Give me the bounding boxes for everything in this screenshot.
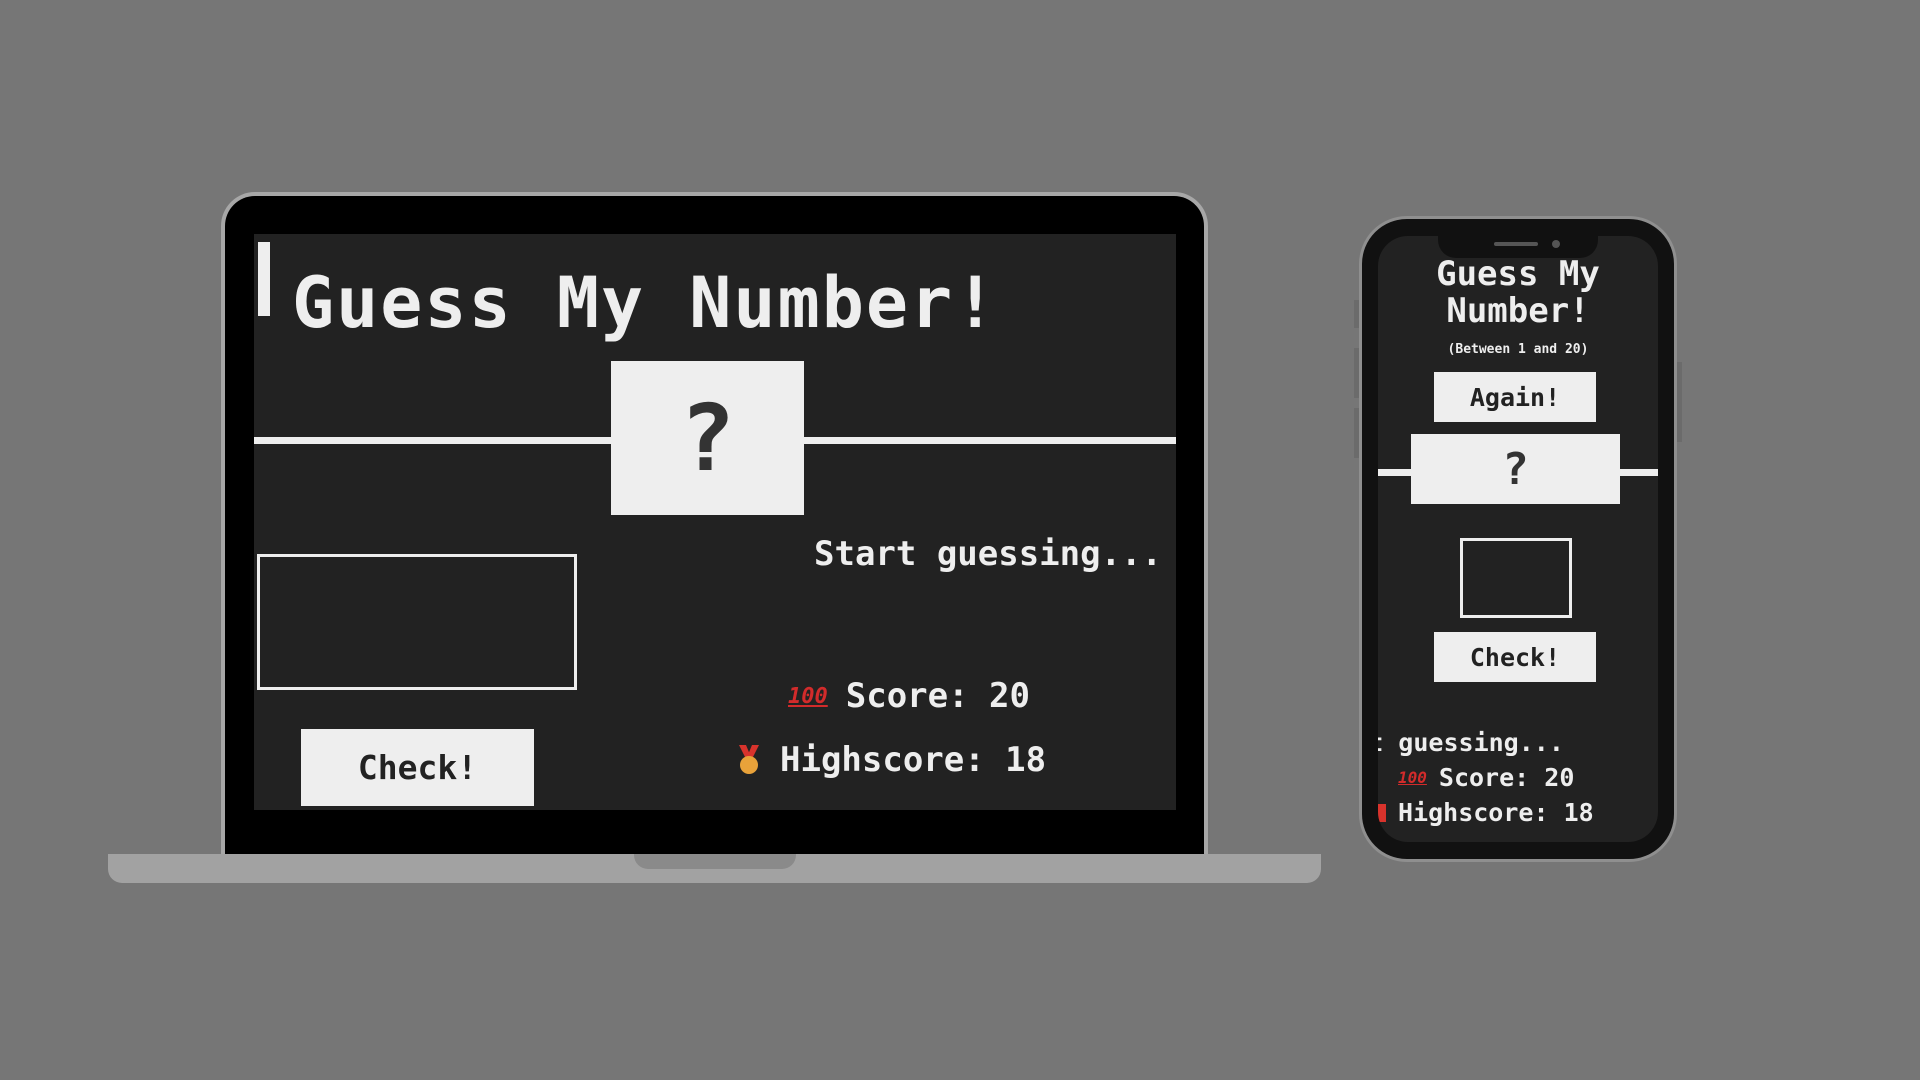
phone-range-subtitle: (Between 1 and 20) bbox=[1447, 342, 1589, 357]
check-button[interactable]: Check! bbox=[301, 729, 534, 806]
laptop-screen: Guess My Number! ? Check! Start guessing… bbox=[254, 234, 1176, 810]
phone-hundred-points-icon: 100 bbox=[1398, 768, 1427, 787]
phone-guess-input[interactable] bbox=[1460, 538, 1572, 618]
highscore-row: Highscore: 18 bbox=[736, 740, 1046, 780]
phone-power-button bbox=[1677, 362, 1682, 442]
phone-page-title: Guess My Number! bbox=[1436, 254, 1600, 331]
phone-highscore-label: Highscore: 18 bbox=[1398, 798, 1594, 827]
laptop-hinge-notch bbox=[634, 854, 796, 869]
phone-speaker bbox=[1494, 242, 1538, 246]
score-label: Score: 20 bbox=[845, 676, 1030, 716]
phone-secret-number-box: ? bbox=[1411, 434, 1620, 504]
text-cursor bbox=[258, 242, 270, 316]
phone-check-button[interactable]: Check! bbox=[1434, 632, 1596, 682]
phone-medal-icon bbox=[1378, 803, 1386, 822]
phone-score-label: Score: 20 bbox=[1438, 763, 1575, 792]
phone-camera-icon bbox=[1552, 240, 1560, 248]
hundred-points-icon: 100 bbox=[788, 683, 828, 709]
highscore-label: Highscore: 18 bbox=[780, 740, 1047, 780]
phone-screen: Guess My Number! (Between 1 and 20) Agai… bbox=[1378, 236, 1658, 842]
again-button[interactable]: Again! bbox=[1434, 372, 1596, 422]
phone-status-message: Start guessing... bbox=[1378, 728, 1564, 757]
secret-number-box: ? bbox=[611, 361, 804, 515]
score-row: 100 Score: 20 bbox=[788, 676, 1030, 716]
phone-highscore-row: Highscore: 18 bbox=[1378, 798, 1594, 827]
status-message: Start guessing... bbox=[814, 534, 1162, 574]
phone-score-row: 100 Score: 20 bbox=[1398, 763, 1574, 792]
medal-icon bbox=[736, 745, 762, 775]
page-title: Guess My Number! bbox=[292, 262, 999, 344]
guess-input[interactable] bbox=[257, 554, 577, 690]
